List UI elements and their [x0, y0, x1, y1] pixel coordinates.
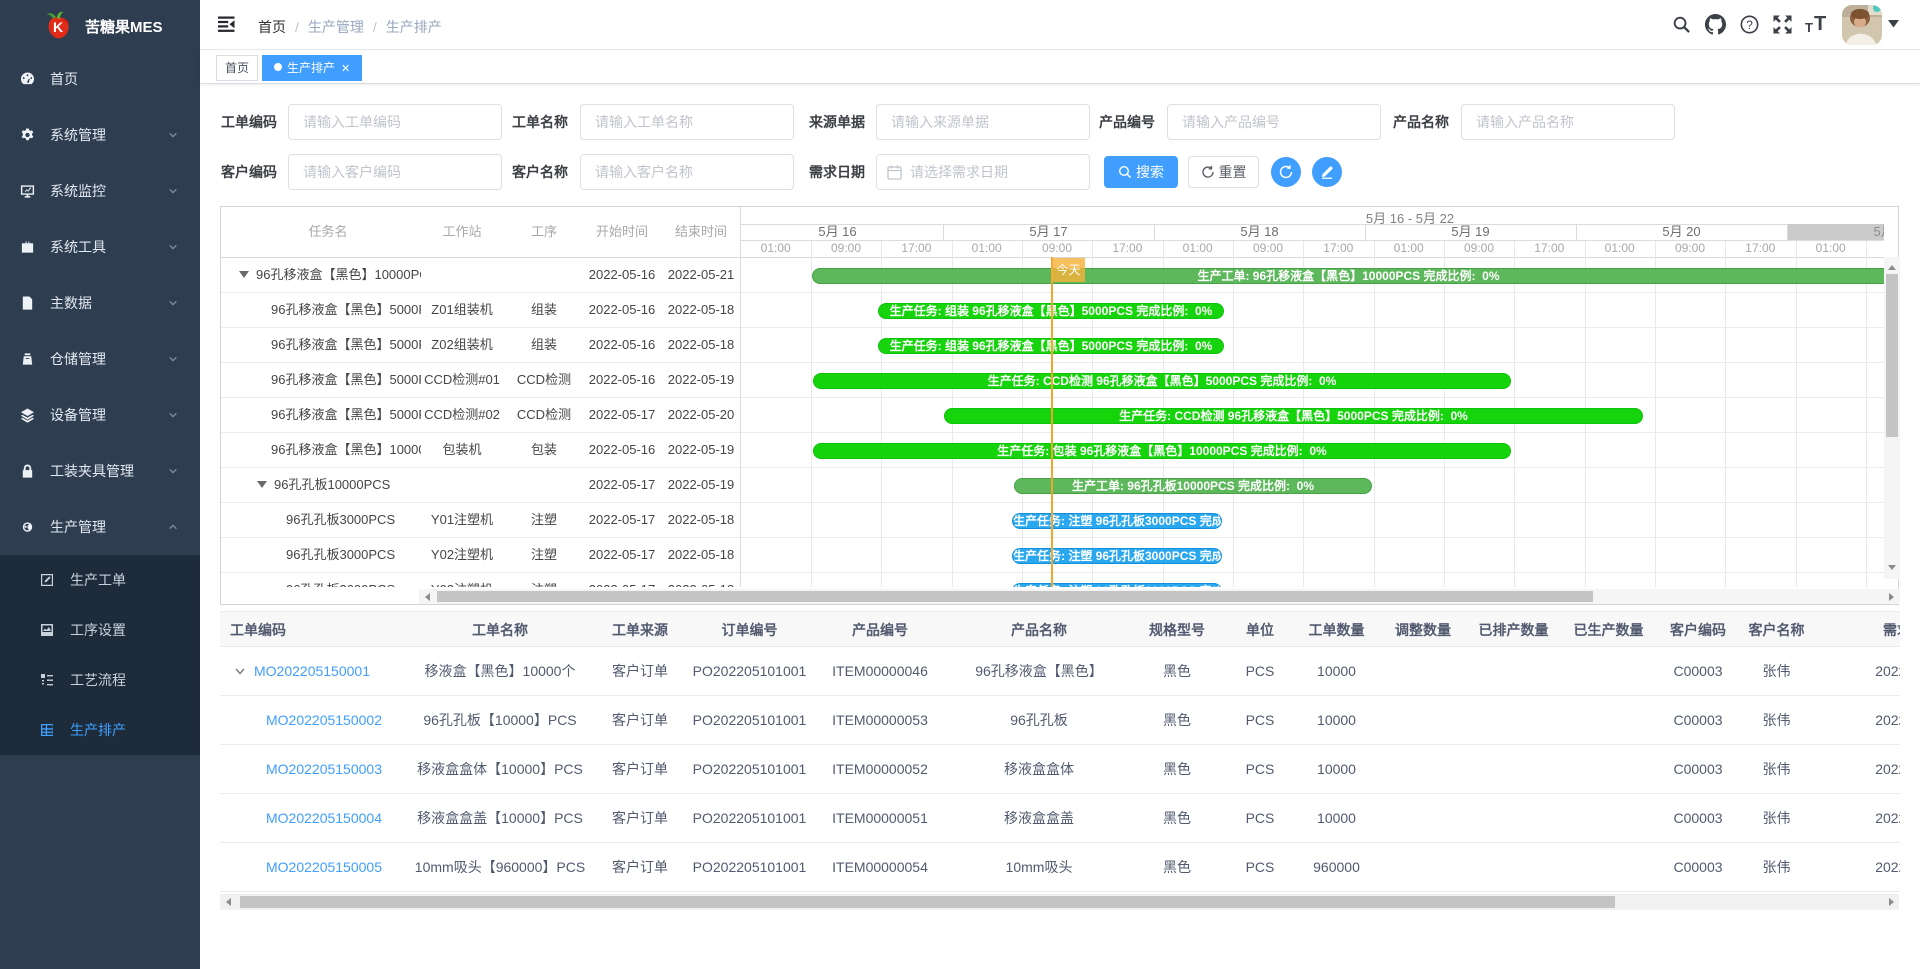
svg-text:K: K: [53, 19, 63, 35]
svg-text:?: ?: [1746, 18, 1753, 32]
